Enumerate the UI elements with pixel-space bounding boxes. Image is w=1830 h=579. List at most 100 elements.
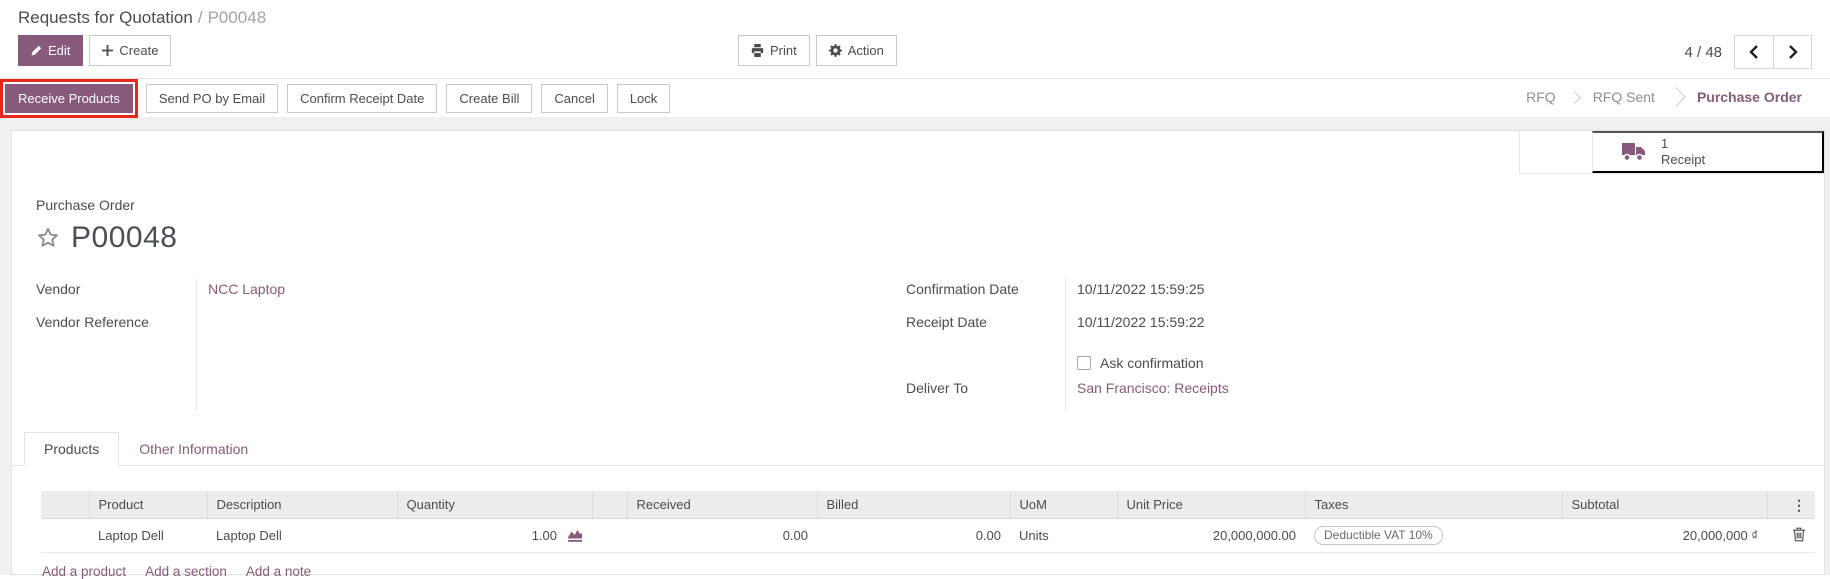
statusbar: Receive Products Send PO by Email Confir…: [0, 78, 1830, 118]
tab-products[interactable]: Products: [24, 432, 120, 466]
status-step-rfq-sent[interactable]: RFQ Sent: [1579, 89, 1669, 105]
print-button[interactable]: Print: [738, 35, 810, 66]
pager-value: 4 / 48: [1684, 43, 1722, 61]
trash-icon[interactable]: [1792, 527, 1806, 542]
column-options-header: ⋮: [1767, 491, 1815, 519]
cell-received[interactable]: 0.00: [627, 518, 817, 553]
confirm-receipt-date-button[interactable]: Confirm Receipt Date: [287, 84, 438, 113]
table-row[interactable]: Laptop Dell Laptop Dell 1.00 0.00 0.00 U…: [41, 518, 1815, 553]
deliver-to-value-link[interactable]: San Francisco: Receipts: [1077, 380, 1229, 396]
cell-unit-price[interactable]: 20,000,000.00: [1117, 518, 1305, 553]
receipt-label: Receipt: [1661, 152, 1706, 167]
action-button-label: Action: [847, 43, 884, 58]
column-header-unit-price[interactable]: Unit Price: [1117, 491, 1306, 519]
fields-left-column: Vendor Vendor Reference NCC Laptop: [36, 279, 906, 411]
page-title: P00048: [71, 221, 178, 254]
handle-column-header: [41, 491, 90, 519]
chevron-right-icon: [1787, 45, 1799, 59]
fields-right-column: Confirmation Date Receipt Date Deliver T…: [906, 279, 1824, 411]
control-panel: Edit Create Print Action 4 / 48: [0, 32, 1830, 78]
cell-delete: [1767, 518, 1815, 553]
receipt-date-label: Receipt Date: [906, 314, 987, 330]
star-icon[interactable]: [36, 226, 60, 250]
column-header-taxes[interactable]: Taxes: [1305, 491, 1563, 519]
column-header-description[interactable]: Description: [207, 491, 398, 519]
breadcrumb-current: P00048: [207, 8, 267, 27]
column-header-received[interactable]: Received: [627, 491, 818, 519]
edit-button-label: Edit: [48, 43, 71, 58]
cell-uom[interactable]: Units: [1010, 518, 1117, 553]
kebab-icon[interactable]: ⋮: [1792, 498, 1806, 512]
lock-button[interactable]: Lock: [616, 84, 671, 113]
confirmation-date-value: 10/11/2022 15:59:25: [1077, 281, 1205, 297]
gear-icon: [828, 44, 842, 57]
column-header-forecast: [592, 491, 628, 519]
cell-subtotal: 20,000,000 ₫: [1562, 518, 1767, 553]
vendor-reference-label: Vendor Reference: [36, 314, 149, 330]
create-bill-button[interactable]: Create Bill: [446, 84, 533, 113]
status-step-rfq[interactable]: RFQ: [1512, 89, 1570, 105]
vendor-label: Vendor: [36, 281, 81, 297]
status-step-purchase-order[interactable]: Purchase Order: [1683, 89, 1816, 105]
vendor-value-link[interactable]: NCC Laptop: [208, 281, 285, 297]
smart-button-text: 1 Receipt: [1661, 136, 1705, 169]
receive-products-button[interactable]: Receive Products: [5, 84, 133, 113]
send-po-by-email-button[interactable]: Send PO by Email: [145, 84, 279, 113]
pager: 4 / 48: [1684, 35, 1812, 69]
pager-previous-button[interactable]: [1735, 36, 1773, 68]
ask-confirmation-checkbox[interactable]: [1077, 355, 1091, 370]
tax-badge[interactable]: Deductible VAT 10%: [1314, 526, 1443, 545]
chevron-left-icon: [1748, 45, 1760, 59]
annotation-highlight-box: Receive Products: [0, 79, 138, 118]
smart-button-spacer: [1519, 131, 1592, 173]
receipt-date-value: 10/11/2022 15:59:22: [1077, 314, 1205, 330]
edit-button[interactable]: Edit: [18, 35, 84, 66]
truck-icon: [1621, 142, 1647, 162]
column-header-product[interactable]: Product: [89, 491, 208, 519]
cell-billed[interactable]: 0.00: [817, 518, 1010, 553]
form-sheet: 1 Receipt Purchase Order P00048 Vendor V…: [11, 130, 1825, 579]
tab-other-information[interactable]: Other Information: [119, 432, 268, 466]
forecast-chart-icon[interactable]: [567, 528, 583, 543]
column-header-quantity[interactable]: Quantity: [397, 491, 593, 519]
table-header-row: Product Description Quantity Received Bi…: [41, 491, 1815, 519]
notebook-tabs: Products Other Information: [12, 432, 1824, 466]
cancel-button[interactable]: Cancel: [541, 84, 608, 113]
pencil-icon: [31, 45, 42, 56]
action-button[interactable]: Action: [815, 35, 897, 66]
ask-confirmation-label: Ask confirmation: [1100, 354, 1204, 371]
smart-button-box: 1 Receipt: [1519, 131, 1824, 174]
receipt-count: 1: [1661, 135, 1669, 151]
print-button-label: Print: [770, 43, 797, 58]
add-a-note-link[interactable]: Add a note: [246, 564, 311, 579]
content-background: 1 Receipt Purchase Order P00048 Vendor V…: [0, 117, 1830, 579]
pager-next-button[interactable]: [1773, 36, 1811, 68]
breadcrumb-separator: /: [197, 8, 203, 27]
cell-quantity[interactable]: 1.00: [532, 528, 557, 543]
report-actions: Print Action: [738, 35, 897, 66]
plus-icon: [102, 45, 114, 56]
cell-description[interactable]: Laptop Dell: [207, 518, 397, 553]
create-button-label: Create: [119, 43, 159, 58]
confirmation-date-label: Confirmation Date: [906, 281, 1019, 297]
column-header-uom[interactable]: UoM: [1010, 491, 1118, 519]
cell-taxes[interactable]: Deductible VAT 10%: [1305, 518, 1562, 553]
printer-icon: [751, 44, 764, 57]
empty-label: [906, 345, 1065, 378]
receipt-smart-button[interactable]: 1 Receipt: [1592, 131, 1824, 173]
column-header-subtotal[interactable]: Subtotal: [1562, 491, 1768, 519]
deliver-to-label: Deliver To: [906, 380, 968, 396]
cell-forecast-spacer: [592, 518, 627, 553]
create-button[interactable]: Create: [89, 35, 172, 66]
order-lines-table: Product Description Quantity Received Bi…: [41, 491, 1815, 553]
add-a-product-link[interactable]: Add a product: [42, 564, 126, 579]
breadcrumb-parent[interactable]: Requests for Quotation: [18, 8, 193, 27]
status-steps: RFQ RFQ Sent Purchase Order: [1512, 79, 1830, 115]
add-a-section-link[interactable]: Add a section: [145, 564, 227, 579]
column-header-billed[interactable]: Billed: [817, 491, 1011, 519]
doc-type-label: Purchase Order: [36, 197, 135, 213]
cell-product[interactable]: Laptop Dell: [89, 518, 207, 553]
pager-buttons: [1734, 35, 1812, 69]
list-footer-links: Add a product Add a section Add a note: [42, 564, 1824, 579]
breadcrumb: Requests for Quotation / P00048: [0, 0, 1830, 32]
